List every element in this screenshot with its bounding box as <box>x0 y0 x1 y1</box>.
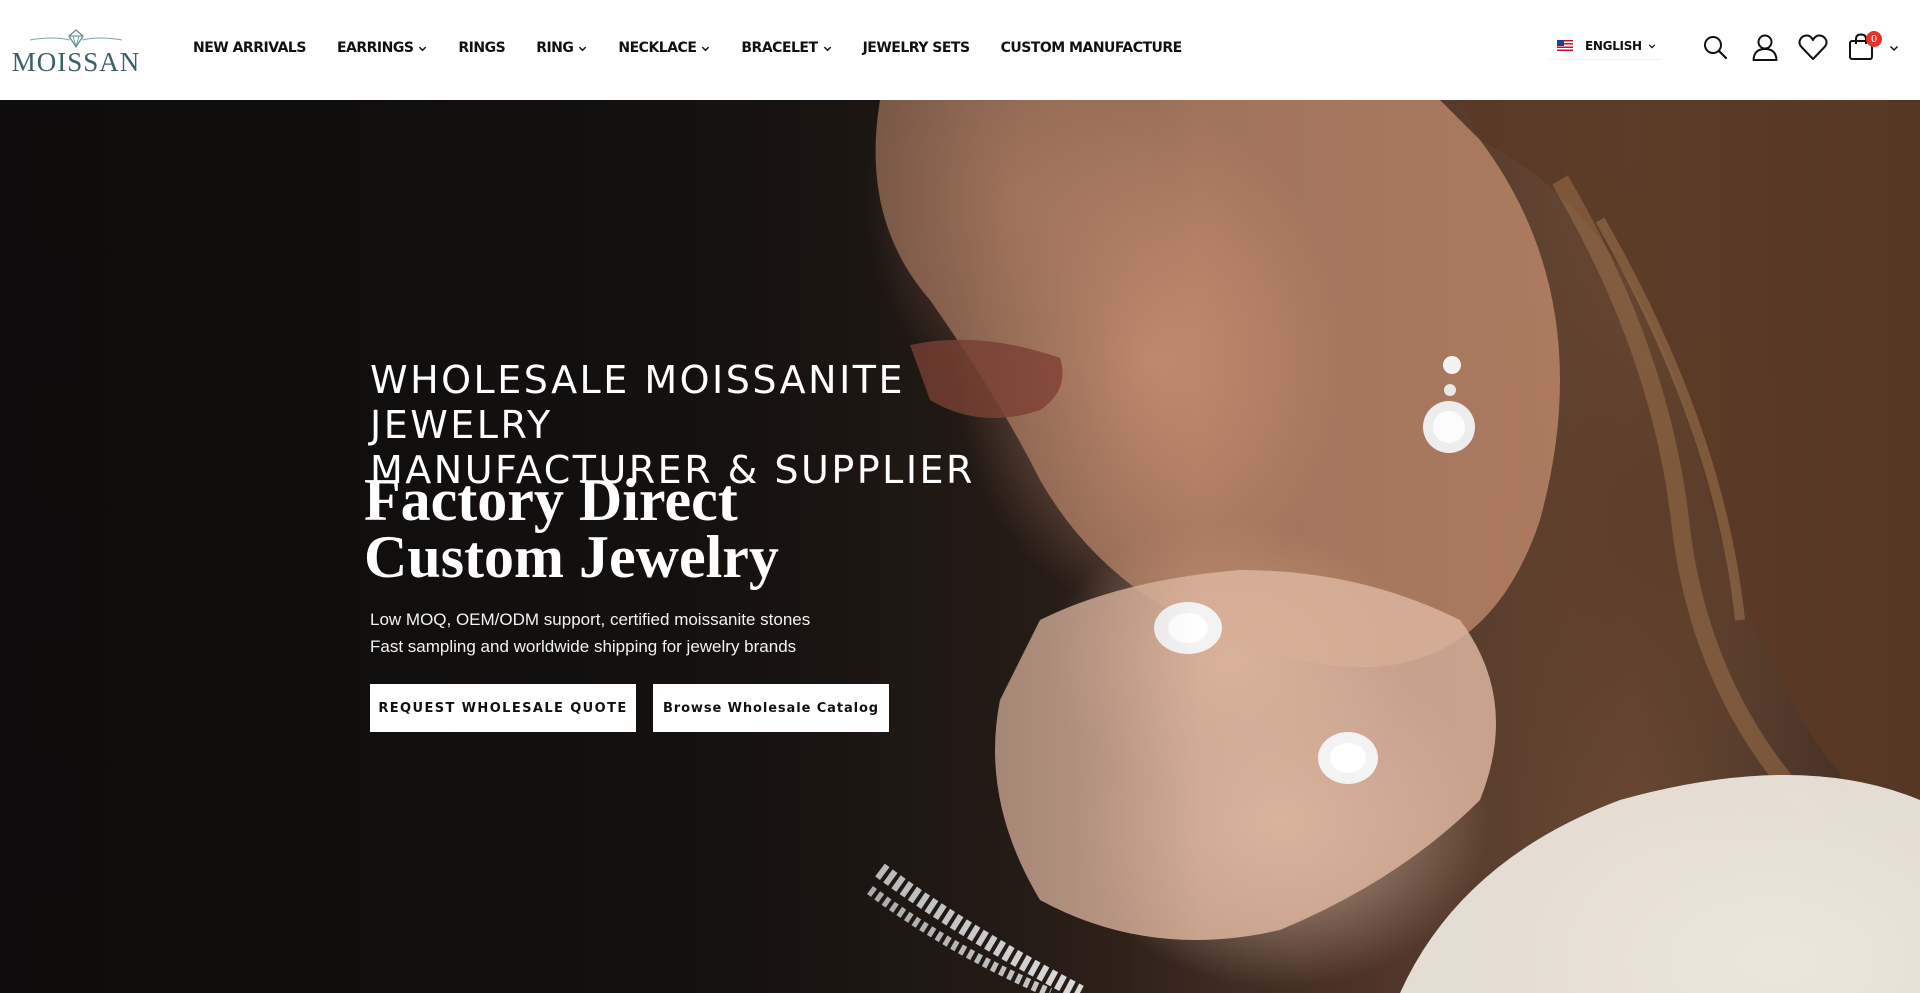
chevron-down-icon <box>419 46 427 51</box>
nav-item-earrings[interactable]: EARRINGS <box>337 40 427 56</box>
nav-item-necklace[interactable]: NECKLACE <box>618 40 710 56</box>
nav-item-ring[interactable]: RING <box>536 40 587 56</box>
user-icon <box>1752 34 1778 61</box>
nav-label: RING <box>536 40 574 56</box>
search-button[interactable] <box>1700 32 1730 62</box>
nav-item-new-arrivals[interactable]: NEW ARRIVALS <box>193 40 306 56</box>
nav-label: NECKLACE <box>618 40 697 56</box>
chevron-down-icon <box>702 46 710 51</box>
brand-logo-text: MOISSAN <box>11 47 141 77</box>
nav-label: BRACELET <box>741 40 818 56</box>
language-label: ENGLISH <box>1585 38 1642 53</box>
hero-banner: WHOLESALE MOISSANITE JEWELRY MANUFACTURE… <box>0 100 1920 993</box>
hero-subtitle: Low MOQ, OEM/ODM support, certified mois… <box>370 606 970 660</box>
account-button[interactable] <box>1750 32 1780 62</box>
brand-logo[interactable]: MOISSAN <box>12 28 139 76</box>
hero-title: Factory Direct Custom Jewelry <box>364 470 1004 587</box>
nav-item-rings[interactable]: RINGS <box>458 40 505 56</box>
nav-label: EARRINGS <box>336 40 414 56</box>
search-icon <box>1704 36 1728 60</box>
chevron-down-icon <box>823 46 831 51</box>
browse-catalog-button[interactable]: Browse Wholesale Catalog <box>653 684 889 732</box>
heart-icon <box>1798 34 1828 60</box>
hero-subtitle-line: Low MOQ, OEM/ODM support, certified mois… <box>370 610 811 629</box>
nav-item-bracelet[interactable]: BRACELET <box>741 40 831 56</box>
nav-label: JEWELRY SETS <box>862 40 971 56</box>
hero-kicker-line: WHOLESALE MOISSANITE JEWELRY <box>370 358 906 447</box>
site-header: MOISSAN NEW ARRIVALS EARRINGS RINGS RING… <box>0 0 1920 100</box>
hero-title-line: Custom Jewelry <box>364 524 779 590</box>
language-selector[interactable]: ENGLISH <box>1549 32 1661 60</box>
nav-item-custom-manufacture[interactable]: CUSTOM MANUFACTURE <box>1000 40 1183 56</box>
nav-label: RINGS <box>458 40 506 56</box>
request-quote-button[interactable]: REQUEST WHOLESALE QUOTE <box>370 684 636 732</box>
wishlist-button[interactable] <box>1798 32 1828 62</box>
main-nav: NEW ARRIVALS EARRINGS RINGS RING NECKLAC… <box>193 40 1213 56</box>
nav-label: CUSTOM MANUFACTURE <box>1000 40 1183 56</box>
hero-subtitle-line: Fast sampling and worldwide shipping for… <box>370 637 797 656</box>
chevron-down-icon <box>579 46 587 51</box>
chevron-down-icon <box>1648 43 1656 48</box>
cart-count-badge: 0 <box>1866 31 1882 47</box>
nav-label: NEW ARRIVALS <box>193 40 306 56</box>
nav-item-jewelry-sets[interactable]: JEWELRY SETS <box>862 40 971 56</box>
us-flag-icon <box>1557 40 1573 51</box>
chevron-down-icon[interactable] <box>1889 43 1899 53</box>
